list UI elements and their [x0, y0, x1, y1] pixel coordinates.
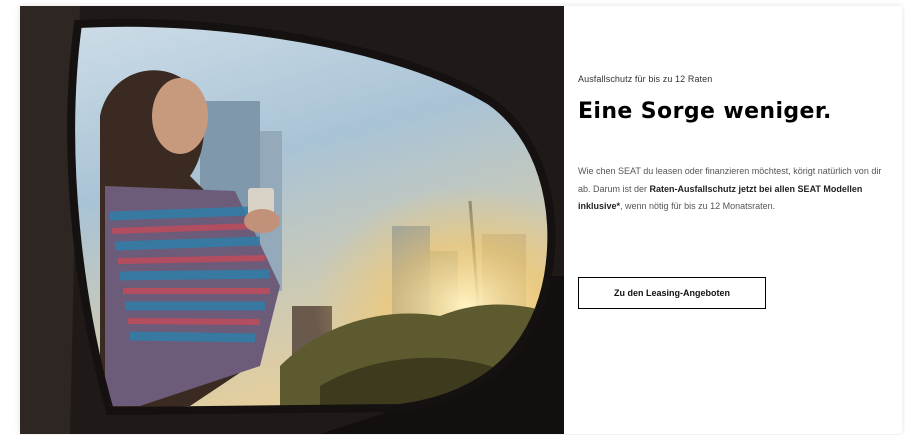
body-text-part2: , wenn nötig für bis zu 12 Monatsraten. — [620, 201, 776, 211]
eyebrow-text: Ausfallschutz für bis zu 12 Raten — [578, 74, 713, 84]
body-text: Wie chen SEAT du leasen oder finanzieren… — [578, 163, 890, 216]
leasing-offers-button[interactable]: Zu den Leasing-Angeboten — [578, 277, 766, 309]
mirror-photo — [20, 6, 564, 434]
hero-image — [20, 6, 564, 434]
teaser-card: Ausfallschutz für bis zu 12 Raten Eine S… — [20, 6, 902, 434]
teaser-panel: Ausfallschutz für bis zu 12 Raten Eine S… — [564, 6, 902, 434]
headline: Eine Sorge weniger. — [578, 99, 832, 124]
